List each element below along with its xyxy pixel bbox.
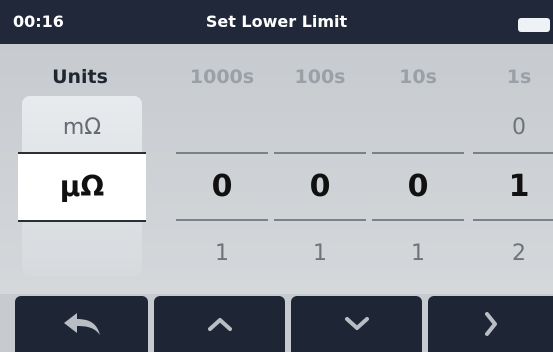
digit-1000s-prev bbox=[176, 106, 268, 150]
title-bar: 00:16 Set Lower Limit bbox=[0, 0, 553, 44]
digit-10s-prev bbox=[372, 106, 464, 150]
back-arrow-icon bbox=[63, 313, 100, 335]
digit-heading-1s: 1s bbox=[506, 66, 532, 88]
digit-100s-next: 1 bbox=[313, 241, 327, 266]
next-button[interactable] bbox=[428, 296, 553, 352]
digit-heading-10s: 10s bbox=[399, 66, 437, 88]
digit-10s-value[interactable]: 0 bbox=[372, 162, 464, 212]
digit-1000s-next: 1 bbox=[215, 241, 229, 266]
down-button[interactable] bbox=[291, 296, 422, 352]
chevron-down-icon bbox=[344, 317, 369, 330]
divider bbox=[274, 152, 366, 154]
digit-1s-value[interactable]: 1 bbox=[473, 162, 553, 212]
up-button[interactable] bbox=[154, 296, 285, 352]
limit-editor: Units 1000s 100s 10s 1s mΩ μΩ 0 1 0 1 0 … bbox=[0, 44, 553, 294]
divider bbox=[372, 219, 464, 221]
chevron-up-icon bbox=[207, 318, 232, 331]
divider bbox=[473, 219, 553, 221]
battery-icon bbox=[518, 18, 550, 32]
divider bbox=[176, 219, 268, 221]
digit-heading-1000s: 1000s bbox=[189, 66, 255, 88]
digit-heading-100s: 100s bbox=[294, 66, 346, 88]
digit-10s-next: 1 bbox=[411, 241, 425, 266]
units-heading: Units bbox=[52, 66, 108, 88]
digit-1s-next: 2 bbox=[512, 241, 526, 266]
unit-option-selected[interactable]: μΩ bbox=[18, 152, 146, 222]
chevron-right-icon bbox=[484, 312, 497, 336]
digit-100s-value[interactable]: 0 bbox=[274, 162, 366, 212]
divider bbox=[176, 152, 268, 154]
soft-key-bar bbox=[0, 294, 553, 352]
digit-100s-prev bbox=[274, 106, 366, 150]
page-title: Set Lower Limit bbox=[205, 12, 348, 31]
digit-1s-prev: 0 bbox=[512, 115, 526, 140]
divider bbox=[372, 152, 464, 154]
divider bbox=[473, 152, 553, 154]
back-button[interactable] bbox=[15, 296, 148, 352]
unit-option-milliohm[interactable]: mΩ bbox=[22, 106, 142, 150]
digit-1000s-value[interactable]: 0 bbox=[176, 162, 268, 212]
divider bbox=[274, 219, 366, 221]
